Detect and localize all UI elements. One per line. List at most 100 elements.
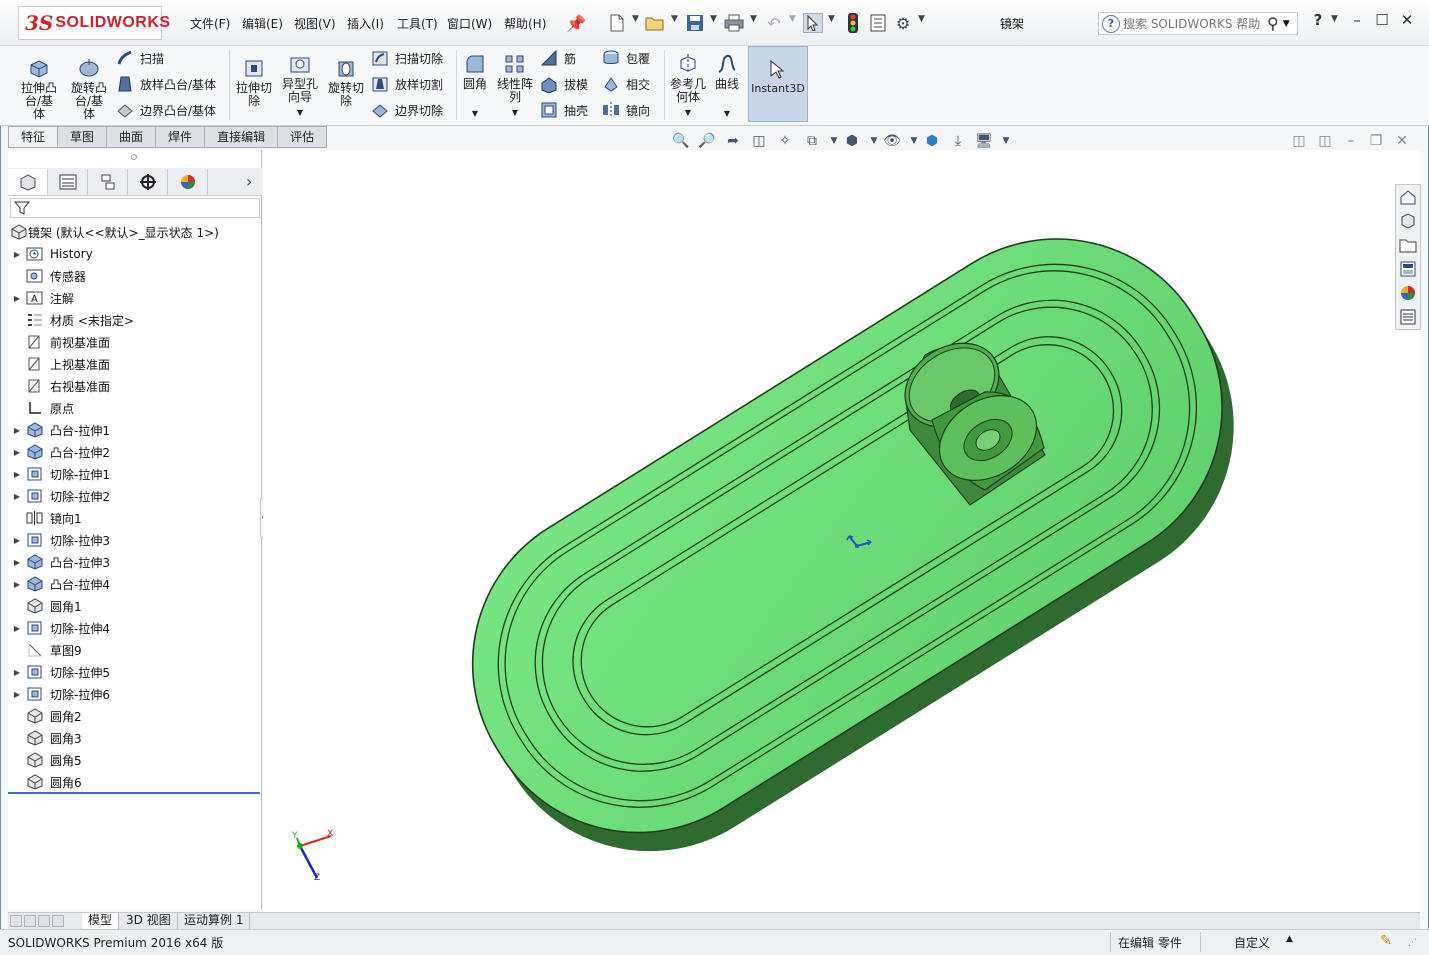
tab-nav-next-icon[interactable] — [38, 915, 50, 927]
help-search-input[interactable] — [1123, 16, 1263, 31]
doc-minimize-icon[interactable]: – — [1342, 132, 1360, 150]
solidworks-logo[interactable]: 3S SOLIDWORKS — [18, 6, 170, 40]
expand-arrow-icon[interactable]: ▶ — [8, 624, 26, 633]
undo-dropdown-caret[interactable]: ▼ — [789, 14, 796, 24]
tree-item[interactable]: 镜向1 — [8, 507, 262, 529]
configuration-manager-tab[interactable] — [88, 169, 128, 195]
appearances-tab[interactable] — [1396, 281, 1420, 305]
tab-sketch[interactable]: 草图 — [58, 126, 108, 148]
revolve-cut-button[interactable]: 旋转切除 — [325, 56, 367, 108]
tree-item[interactable]: ▶ History — [8, 243, 262, 265]
reference-geometry-button[interactable]: 参考几何体 ▼ — [668, 52, 708, 119]
doc-restore-icon[interactable]: ❐ — [1367, 132, 1385, 150]
help-question-button[interactable]: ? — [1308, 11, 1328, 31]
tree-item[interactable]: ▶ 切除-拉伸1 — [8, 463, 262, 485]
panel-splitter-handle[interactable] — [131, 154, 137, 160]
tab-motion-study-1[interactable]: 运动算例 1 — [178, 913, 251, 929]
dimxpert-manager-tab[interactable] — [128, 169, 168, 195]
draft-button[interactable]: 拔模 — [540, 75, 588, 93]
tree-item[interactable]: ▶ 切除-拉伸5 — [8, 661, 262, 683]
reference-geometry-caret[interactable]: ▼ — [668, 106, 708, 119]
expand-arrow-icon[interactable]: ▶ — [8, 448, 26, 457]
tree-filter-box[interactable] — [10, 198, 260, 218]
save-icon[interactable] — [685, 13, 705, 33]
curves-caret[interactable]: ▼ — [710, 107, 744, 120]
open-folder-icon[interactable] — [645, 13, 665, 33]
tab-nav-first-icon[interactable] — [10, 915, 22, 927]
search-dropdown-caret[interactable]: ▼ — [1283, 19, 1290, 29]
select-dropdown-caret[interactable]: ▼ — [828, 14, 835, 24]
minimize-window-icon[interactable]: – — [1347, 11, 1367, 31]
options-gear-icon[interactable]: ⚙ — [893, 13, 913, 33]
new-dropdown-caret[interactable]: ▼ — [632, 14, 639, 24]
expand-arrow-icon[interactable]: ▶ — [8, 492, 26, 501]
view-settings-icon[interactable]: 🖥 — [975, 132, 993, 150]
expand-arrow-icon[interactable]: ▶ — [8, 690, 26, 699]
tab-direct-editing[interactable]: 直接编辑 — [205, 126, 279, 148]
expand-arrow-icon[interactable]: ▶ — [8, 250, 26, 259]
property-manager-tab[interactable] — [48, 169, 88, 195]
tab-model[interactable]: 模型 — [82, 913, 120, 929]
tab-surfaces[interactable]: 曲面 — [107, 126, 157, 148]
hole-wizard-caret[interactable]: ▼ — [278, 106, 322, 119]
lofted-cut-button[interactable]: 放样切割 — [371, 75, 443, 93]
sweep-button[interactable]: 扫描 — [116, 49, 164, 67]
tree-root-part[interactable]: 镜架 (默认<<默认>_显示状态 1>) — [8, 221, 262, 243]
close-window-icon[interactable]: ✕ — [1397, 11, 1417, 31]
menu-tools[interactable]: 工具(T) — [397, 15, 438, 32]
search-magnifier-icon[interactable]: ⚲ — [1267, 14, 1279, 33]
tree-item[interactable]: ▶ 凸台-拉伸3 — [8, 551, 262, 573]
rebuild-traffic-light-icon[interactable] — [843, 13, 863, 33]
hide-show-caret[interactable]: ▼ — [905, 132, 923, 150]
tree-item[interactable]: ▶ 凸台-拉伸4 — [8, 573, 262, 595]
hide-show-items-icon[interactable]: 👁 — [883, 132, 901, 150]
view-orientation-icon[interactable]: ⧉ — [803, 132, 821, 150]
quick-tips-icon[interactable]: ✎ — [1380, 933, 1392, 949]
viewport-forward-icon[interactable]: ◫ — [1316, 132, 1334, 150]
view-settings-caret[interactable]: ▼ — [997, 132, 1015, 150]
maximize-window-icon[interactable]: ☐ — [1372, 11, 1392, 31]
expand-arrow-icon[interactable]: ▶ — [8, 668, 26, 677]
tree-item[interactable]: ▶ A 注解 — [8, 287, 262, 309]
view-orientation-caret[interactable]: ▼ — [825, 132, 843, 150]
tree-item[interactable]: 圆角3 — [8, 727, 262, 749]
tree-item[interactable]: 上视基准面 — [8, 353, 262, 375]
expand-arrow-icon[interactable]: ▶ — [8, 558, 26, 567]
menu-edit[interactable]: 编辑(E) — [242, 15, 283, 32]
linear-pattern-button[interactable]: 线性阵列 ▼ — [494, 52, 536, 119]
undo-icon[interactable]: ↶ — [764, 13, 784, 33]
select-cursor-icon[interactable] — [803, 13, 823, 33]
tab-nav-prev-icon[interactable] — [24, 915, 36, 927]
new-document-icon[interactable] — [607, 13, 627, 33]
feature-manager-tab[interactable] — [8, 169, 48, 195]
open-dropdown-caret[interactable]: ▼ — [671, 14, 678, 24]
instant3d-toggle-button[interactable]: Instant3D — [748, 46, 808, 122]
edit-appearance-icon[interactable]: ⬢ — [923, 132, 941, 150]
help-search-box[interactable]: ? ⚲ ▼ — [1098, 12, 1298, 35]
menu-insert[interactable]: 插入(I) — [347, 15, 384, 32]
tab-weldments[interactable]: 焊件 — [156, 126, 206, 148]
intersect-button[interactable]: 相交 — [602, 75, 650, 93]
tab-nav-last-icon[interactable] — [52, 915, 64, 927]
display-style-caret[interactable]: ▼ — [865, 132, 883, 150]
menu-help[interactable]: 帮助(H) — [504, 15, 546, 32]
wrap-button[interactable]: 包覆 — [602, 49, 650, 67]
tree-item[interactable]: 圆角6 — [8, 771, 262, 793]
tree-item[interactable]: 圆角1 — [8, 595, 262, 617]
previous-view-icon[interactable]: ➦ — [724, 132, 742, 150]
file-properties-icon[interactable] — [868, 13, 888, 33]
tree-item[interactable]: 前视基准面 — [8, 331, 262, 353]
section-view-icon[interactable]: ◫ — [750, 132, 768, 150]
tab-evaluate[interactable]: 评估 — [278, 126, 328, 148]
extrude-cut-button[interactable]: 拉伸切除 — [233, 56, 275, 108]
tree-item[interactable]: 右视基准面 — [8, 375, 262, 397]
menu-view[interactable]: 视图(V) — [294, 15, 336, 32]
tree-item[interactable]: 传感器 — [8, 265, 262, 287]
tab-features[interactable]: 特征 — [8, 126, 59, 148]
tree-item[interactable]: 圆角2 — [8, 705, 262, 727]
revolve-boss-button[interactable]: 旋转凸台/基体 — [66, 56, 112, 121]
design-library-tab[interactable] — [1396, 209, 1420, 233]
fillet-caret[interactable]: ▼ — [460, 107, 490, 120]
linear-pattern-caret[interactable]: ▼ — [494, 106, 536, 119]
curves-button[interactable]: 曲线 ▼ — [710, 52, 744, 120]
